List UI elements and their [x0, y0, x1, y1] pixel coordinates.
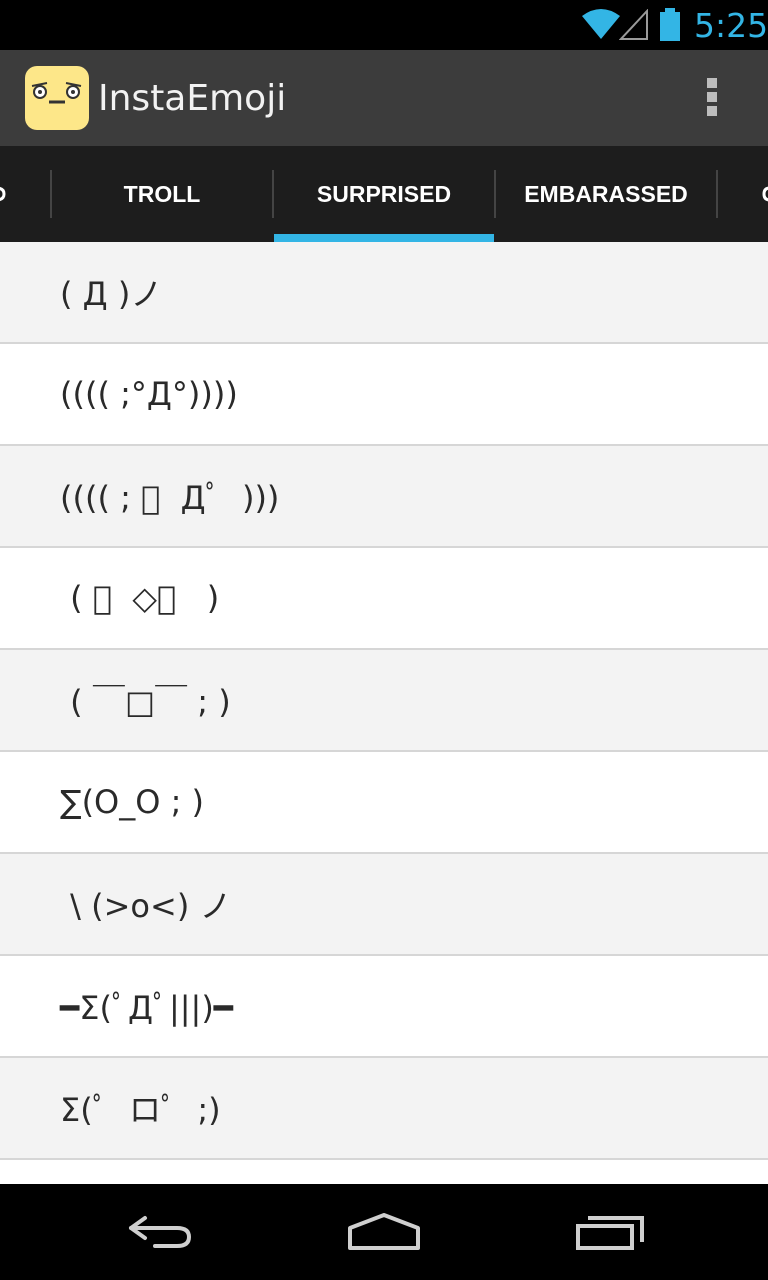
home-icon[interactable]	[334, 1204, 434, 1260]
emoji-text: (((( ; ﾟ Дﾟ )))	[60, 479, 280, 517]
list-item[interactable]: (((( ; ﾟ Дﾟ )))	[0, 446, 768, 548]
list-item[interactable]: \ (>o<) ノ	[0, 854, 768, 956]
emoji-text: ━Σ(ﾟДﾟ|||)━	[60, 989, 234, 1027]
emoji-text: ∑(O_O ; )	[60, 783, 205, 821]
partial-tab-left[interactable]	[0, 184, 6, 204]
tab-strip: TROLL SURPRISED EMBARASSED	[0, 146, 768, 242]
tab-embarassed[interactable]: EMBARASSED	[496, 146, 716, 242]
action-bar: InstaEmoji	[0, 50, 768, 146]
app-face-icon[interactable]	[25, 66, 89, 130]
overflow-menu-icon[interactable]	[698, 74, 726, 122]
signal-icon	[619, 9, 648, 40]
list-item[interactable]	[0, 1160, 768, 1184]
list-item[interactable]: ━Σ(ﾟДﾟ|||)━	[0, 956, 768, 1058]
list-item[interactable]: ( ﾟ ◇ﾟ )	[0, 548, 768, 650]
tab-divider	[716, 170, 718, 218]
selected-tab-indicator	[274, 234, 494, 242]
emoji-text: ( Д )ノ	[60, 275, 163, 313]
list-item[interactable]: ∑(O_O ; )	[0, 752, 768, 854]
list-item[interactable]: Σ(ﾟ ロﾟ ;)	[0, 1058, 768, 1160]
emoji-list[interactable]: ( Д )ノ (((( ;°Д°)))) (((( ; ﾟ Дﾟ ))) ( ﾟ…	[0, 242, 768, 1184]
back-icon[interactable]	[110, 1204, 210, 1260]
navigation-bar	[0, 1184, 768, 1280]
emoji-text: (((( ;°Д°))))	[60, 375, 238, 413]
tab-label: TROLL	[123, 180, 201, 207]
wifi-icon	[582, 9, 620, 39]
emoji-text: ( ￣□￣ ; )	[60, 683, 231, 721]
battery-icon	[660, 8, 680, 41]
emoji-text: Σ(ﾟ ロﾟ ;)	[60, 1091, 221, 1129]
app-title: InstaEmoji	[98, 78, 287, 119]
tab-label: SURPRISED	[316, 180, 452, 207]
tab-label: EMBARASSED	[524, 180, 688, 207]
emoji-text: ( ﾟ ◇ﾟ )	[60, 579, 220, 617]
clock: 5:25	[694, 6, 768, 45]
list-item[interactable]: (((( ;°Д°))))	[0, 344, 768, 446]
status-bar: 5:25	[0, 0, 768, 50]
list-item[interactable]: ( ￣□￣ ; )	[0, 650, 768, 752]
recents-icon[interactable]	[560, 1204, 660, 1260]
list-item[interactable]: ( Д )ノ	[0, 242, 768, 344]
partial-tab-right[interactable]	[762, 184, 768, 204]
emoji-text: \ (>o<) ノ	[60, 887, 232, 925]
tab-troll[interactable]: TROLL	[52, 146, 272, 242]
tab-surprised[interactable]: SURPRISED	[274, 146, 494, 242]
